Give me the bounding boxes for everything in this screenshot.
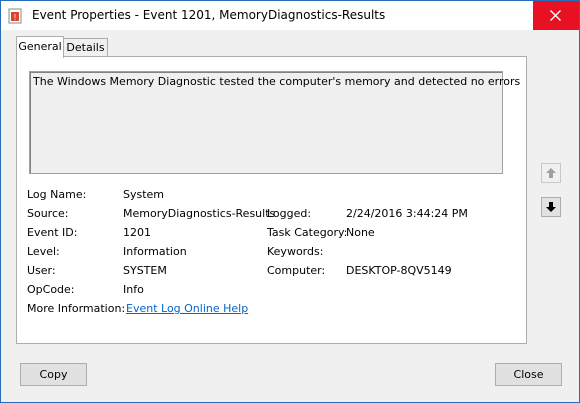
keywords-label: Keywords:	[267, 245, 324, 258]
task-category-label: Task Category:	[267, 226, 348, 239]
log-name-value[interactable]: System	[123, 188, 164, 201]
tab-general[interactable]: General	[16, 36, 64, 58]
title-bar[interactable]: ! Event Properties - Event 1201, MemoryD…	[1, 1, 579, 30]
computer-label: Computer:	[267, 264, 326, 277]
window-title: Event Properties - Event 1201, MemoryDia…	[32, 8, 386, 22]
task-category-value[interactable]: None	[346, 226, 375, 239]
log-name-label: Log Name:	[27, 188, 87, 201]
close-button[interactable]: Close	[495, 363, 562, 386]
general-tab-panel: The Windows Memory Diagnostic tested the…	[16, 56, 527, 344]
event-description-box[interactable]: The Windows Memory Diagnostic tested the…	[29, 71, 520, 174]
close-icon	[550, 10, 561, 21]
event-id-value[interactable]: 1201	[123, 226, 151, 239]
event-description: The Windows Memory Diagnostic tested the…	[33, 75, 521, 88]
opcode-label: OpCode:	[27, 283, 75, 296]
window-close-button[interactable]	[533, 1, 579, 30]
logged-label: Logged:	[267, 207, 312, 220]
event-properties-window: ! Event Properties - Event 1201, MemoryD…	[0, 0, 580, 403]
level-value[interactable]: Information	[123, 245, 187, 258]
event-viewer-icon: !	[8, 8, 22, 24]
source-value[interactable]: MemoryDiagnostics-Results	[123, 207, 275, 220]
copy-button[interactable]: Copy	[20, 363, 87, 386]
opcode-value[interactable]: Info	[123, 283, 144, 296]
more-info-label: More Information:	[27, 302, 126, 315]
source-label: Source:	[27, 207, 69, 220]
tab-details[interactable]: Details	[63, 38, 108, 58]
event-log-online-help-link[interactable]: Event Log Online Help	[126, 302, 248, 315]
arrow-up-icon	[546, 168, 556, 178]
level-label: Level:	[27, 245, 60, 258]
next-event-button[interactable]	[541, 197, 561, 217]
previous-event-button[interactable]	[541, 163, 561, 183]
user-value[interactable]: SYSTEM	[123, 264, 167, 277]
arrow-down-icon	[546, 202, 556, 212]
computer-value[interactable]: DESKTOP-8QV5149	[346, 264, 452, 277]
event-id-label: Event ID:	[27, 226, 78, 239]
user-label: User:	[27, 264, 56, 277]
logged-value[interactable]: 2/24/2016 3:44:24 PM	[346, 207, 468, 220]
svg-text:!: !	[14, 13, 16, 22]
